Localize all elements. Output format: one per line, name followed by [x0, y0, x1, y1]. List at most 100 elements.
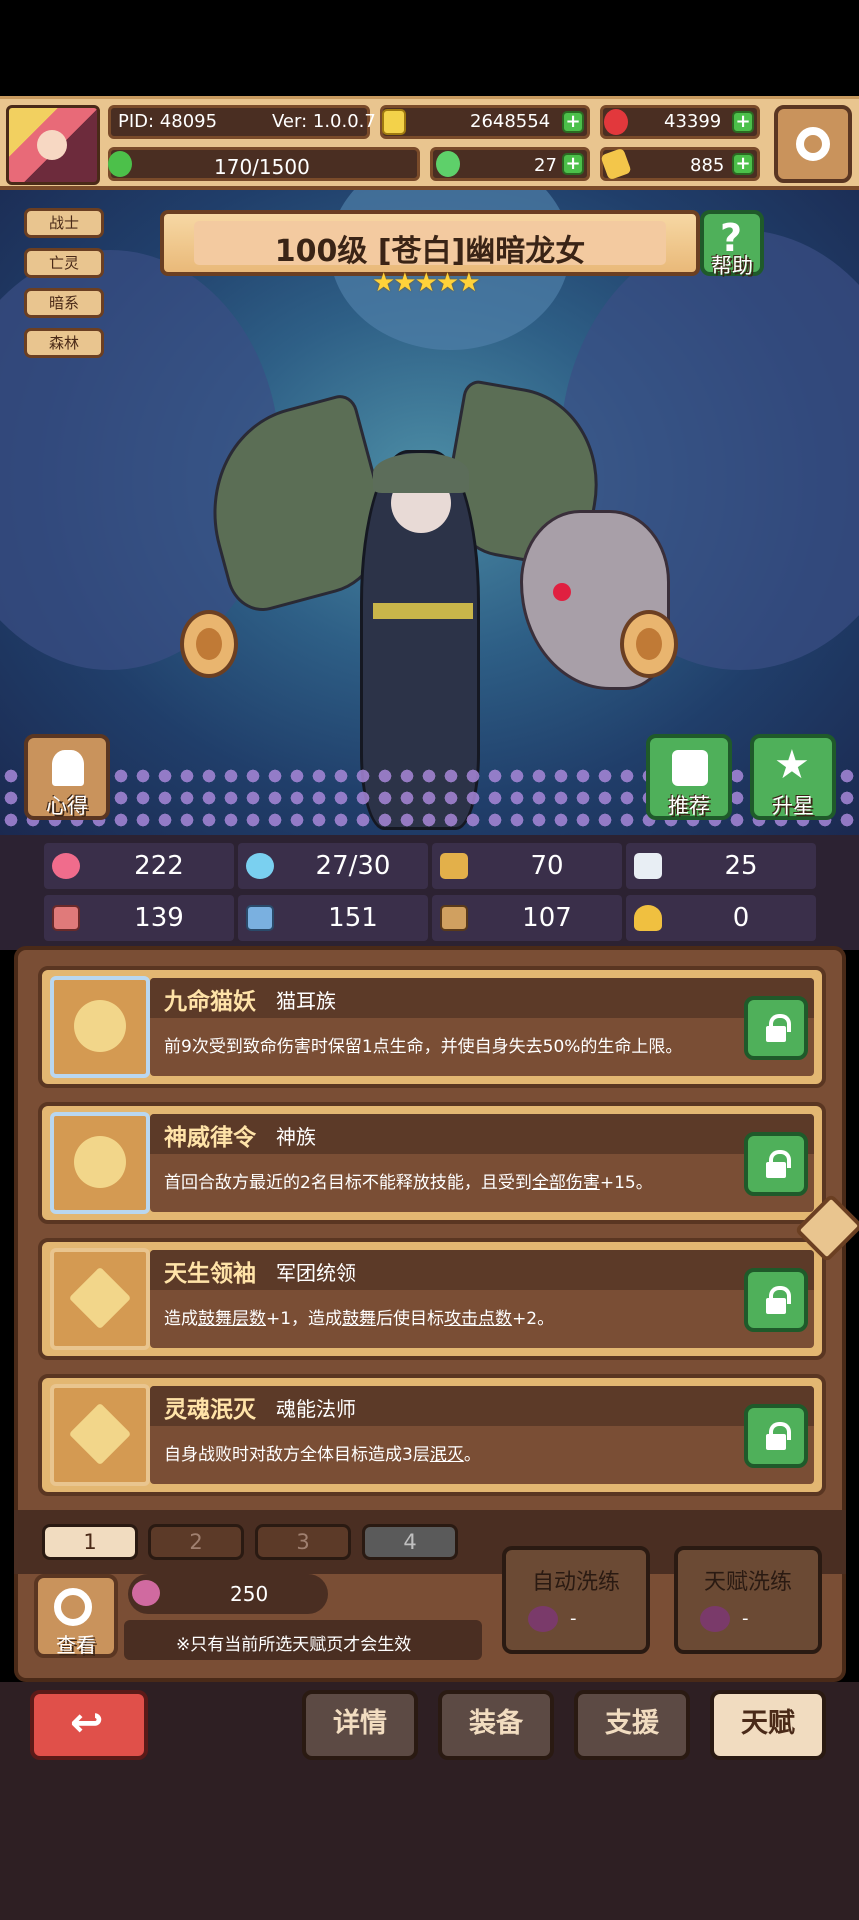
view-button[interactable]: 查看	[34, 1574, 118, 1658]
stat-magic-value: 151	[328, 903, 378, 933]
return-arrow-icon: ↩	[70, 1700, 104, 1746]
wing-icon	[634, 853, 662, 879]
stat-resist-value: 107	[522, 903, 572, 933]
cat-icon	[50, 976, 150, 1078]
gear-icon	[796, 127, 830, 161]
page-tab-3[interactable]: 3	[255, 1524, 351, 1560]
talent-subtitle: 猫耳族	[276, 989, 336, 1013]
talent-name: 灵魂泯灭	[164, 1397, 256, 1423]
stat-attack: 139	[44, 895, 234, 941]
sun-emblem-icon	[50, 1112, 150, 1214]
hero-tag-race: 亡灵	[24, 248, 104, 278]
talent-card[interactable]: 九命猫妖 猫耳族 前9次受到致命伤害时保留1点生命，并使自身失去50%的生命上限…	[38, 966, 826, 1088]
lock-icon[interactable]	[744, 1268, 808, 1332]
insight-label: 心得	[46, 794, 88, 818]
top-hud: PID: 48095 Ver: 1.0.0.7 2648554 + 43399 …	[0, 96, 859, 190]
ticket-amount: 885	[690, 155, 725, 176]
help-button[interactable]: ? 帮助	[700, 210, 764, 278]
gem-add-button[interactable]: +	[732, 111, 754, 133]
talent-wash-button[interactable]: 天赋洗练 -	[674, 1546, 822, 1654]
talent-description: 造成鼓舞层数+1，造成鼓舞后使目标攻击点数+2。	[164, 1309, 555, 1329]
stat-resist: 107	[432, 895, 622, 941]
helmet-icon	[52, 750, 84, 786]
page-tab-2[interactable]: 2	[148, 1524, 244, 1560]
talent-cost: 250	[230, 1582, 269, 1606]
stat-hp: 222	[44, 843, 234, 889]
talent-name: 天生领袖	[164, 1261, 256, 1287]
spellbook-icon	[246, 905, 274, 931]
stat-defense: 70	[432, 843, 622, 889]
stat-attack-value: 139	[134, 903, 184, 933]
nav-details[interactable]: 详情	[302, 1690, 418, 1760]
talent-description: 首回合敌方最近的2名目标不能释放技能，且受到全部伤害+15。	[164, 1173, 653, 1193]
hero-title: 100级 [苍白]幽暗龙女	[274, 234, 586, 269]
fist-icon	[52, 905, 80, 931]
hero-tag-terrain: 森林	[24, 328, 104, 358]
stat-defense-value: 70	[530, 851, 564, 881]
gem-amount: 43399	[664, 111, 722, 132]
clover-icon	[436, 151, 460, 177]
heart-icon	[52, 853, 80, 879]
nav-talent[interactable]: 天赋	[710, 1690, 826, 1760]
auto-wash-value: -	[570, 1608, 577, 1629]
back-button[interactable]: ↩	[30, 1690, 148, 1760]
auto-wash-label: 自动洗练	[531, 1570, 620, 1595]
auto-wash-button[interactable]: 自动洗练 -	[502, 1546, 650, 1654]
talent-page-note: ※只有当前所选天赋页才会生效	[176, 1635, 412, 1655]
page-tab-4[interactable]: 4	[362, 1524, 458, 1560]
shield-icon	[440, 853, 468, 879]
hero-scene: 战士 亡灵 暗系 森林 100级 [苍白]幽暗龙女 ★★★★★ ? 帮助 心得 …	[0, 190, 859, 835]
insight-button[interactable]: 心得	[24, 734, 110, 820]
lock-icon[interactable]	[744, 1132, 808, 1196]
red-gem-icon	[604, 109, 628, 135]
star-up-label: 升星	[772, 794, 814, 818]
hero-tag-class: 战士	[24, 208, 104, 238]
keyword-link[interactable]: 全部伤害	[532, 1173, 600, 1193]
star-up-button[interactable]: ★ 升星	[750, 734, 836, 820]
page-tab-1[interactable]: 1	[42, 1524, 138, 1560]
gold-amount: 2648554	[470, 111, 551, 132]
energy-amount: 170/1500	[214, 155, 310, 179]
nav-support[interactable]: 支援	[574, 1690, 690, 1760]
talent-wash-label: 天赋洗练	[703, 1570, 792, 1595]
star-badge-icon	[50, 1248, 150, 1350]
stat-crit: 0	[626, 895, 816, 941]
magnifier-icon	[54, 1588, 92, 1626]
star-rating: ★★★★★	[372, 268, 481, 298]
fruit-icon	[132, 1580, 160, 1606]
keyword-link[interactable]: 泯灭	[430, 1445, 464, 1465]
nav-equipment[interactable]: 装备	[438, 1690, 554, 1760]
talent-card[interactable]: 神威律令 神族 首回合敌方最近的2名目标不能释放技能，且受到全部伤害+15。	[38, 1102, 826, 1224]
rune-left	[180, 610, 238, 678]
stat-magic: 151	[238, 895, 428, 941]
lock-icon[interactable]	[744, 996, 808, 1060]
clover-add-button[interactable]: +	[562, 153, 584, 175]
view-label: 查看	[56, 1633, 96, 1657]
talent-description: 前9次受到致命伤害时保留1点生命，并使自身失去50%的生命上限。	[164, 1037, 683, 1057]
gold-add-button[interactable]: +	[562, 111, 584, 133]
scroll-icon	[440, 905, 468, 931]
stat-speed-value: 25	[724, 851, 758, 881]
stats-panel: 222 27/30 70 25 139 151 107 0	[0, 835, 859, 950]
keyword-link[interactable]: 鼓舞	[342, 1309, 376, 1329]
keyword-link[interactable]: 攻击点数	[444, 1309, 512, 1329]
help-label: 帮助	[711, 254, 753, 278]
stat-mana-value: 27/30	[315, 851, 391, 881]
ticket-add-button[interactable]: +	[732, 153, 754, 175]
stat-mana: 27/30	[238, 843, 428, 889]
talent-name: 九命猫妖	[164, 989, 256, 1015]
talent-card[interactable]: 天生领袖 军团统领 造成鼓舞层数+1，造成鼓舞后使目标攻击点数+2。	[38, 1238, 826, 1360]
talent-card[interactable]: 灵魂泯灭 魂能法师 自身战败时对敌方全体目标造成3层泯灭。	[38, 1374, 826, 1496]
recommend-button[interactable]: 推荐	[646, 734, 732, 820]
keyword-link[interactable]: 鼓舞层数	[198, 1309, 266, 1329]
thumbs-up-icon	[672, 750, 708, 786]
talent-wash-value: -	[742, 1608, 749, 1629]
stat-crit-value: 0	[732, 903, 750, 933]
settings-button[interactable]	[774, 105, 852, 183]
player-avatar[interactable]	[6, 105, 100, 185]
horseshoe-icon	[634, 905, 662, 931]
recommend-label: 推荐	[668, 794, 710, 818]
gold-coin-icon	[382, 109, 406, 135]
lock-icon[interactable]	[744, 1404, 808, 1468]
hero-belt	[373, 603, 473, 619]
